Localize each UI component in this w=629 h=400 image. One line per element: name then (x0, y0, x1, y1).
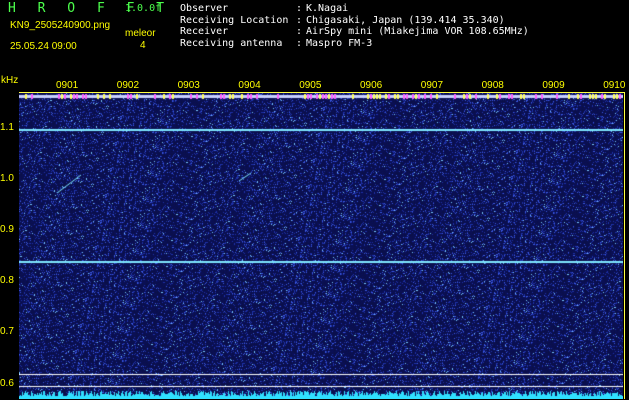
waterfall-canvas (19, 93, 623, 399)
x-tick-label: 0907 (420, 80, 444, 91)
y-tick-label: 1.1 (0, 121, 14, 133)
x-tick-label: 0902 (116, 80, 140, 91)
y-tick-label: 0.6 (0, 377, 14, 389)
x-tick-label: 0909 (542, 80, 565, 91)
field-value: Chigasaki, Japan (139.414 35.340) (306, 14, 505, 26)
field-label: Receiving antenna (180, 37, 283, 49)
filename-label: KN9_2505240900.png (10, 20, 111, 31)
y-axis-unit: kHz (1, 75, 19, 86)
y-tick-label: 0.9 (0, 224, 14, 236)
x-tick-label: 0910 (603, 80, 626, 91)
field-separator: : (296, 3, 303, 14)
field-value: AirSpy mini (Miakejima VOR 108.65MHz) (306, 26, 529, 37)
x-tick-label: 0903 (177, 80, 200, 91)
datetime-label: 25.05.24 09:00 (10, 41, 77, 52)
field-separator: : (296, 37, 303, 49)
field-label: Receiving Location (180, 14, 289, 26)
y-tick-label: 0.8 (0, 275, 14, 287)
y-tick-label: 1.0 (0, 172, 14, 184)
field-separator: : (296, 14, 303, 26)
field-label: Observer (180, 3, 229, 14)
x-tick-label: 0905 (299, 80, 322, 91)
count-label: 4 (140, 40, 146, 51)
field-value: Maspro FM-3 (306, 37, 373, 49)
field-value: K.Nagai (306, 3, 349, 14)
x-tick-label: 0901 (56, 80, 79, 91)
field-label: Receiver (180, 26, 229, 37)
x-tick-label: 0904 (238, 80, 261, 91)
x-tick-label: 0906 (360, 80, 383, 91)
version-label: 1.0.0f (125, 3, 162, 14)
field-separator: : (296, 26, 303, 37)
spectrogram-plot (19, 92, 625, 399)
x-tick-label: 0908 (481, 80, 504, 91)
y-tick-label: 0.7 (0, 326, 14, 338)
mode-label: meleor (125, 28, 156, 39)
